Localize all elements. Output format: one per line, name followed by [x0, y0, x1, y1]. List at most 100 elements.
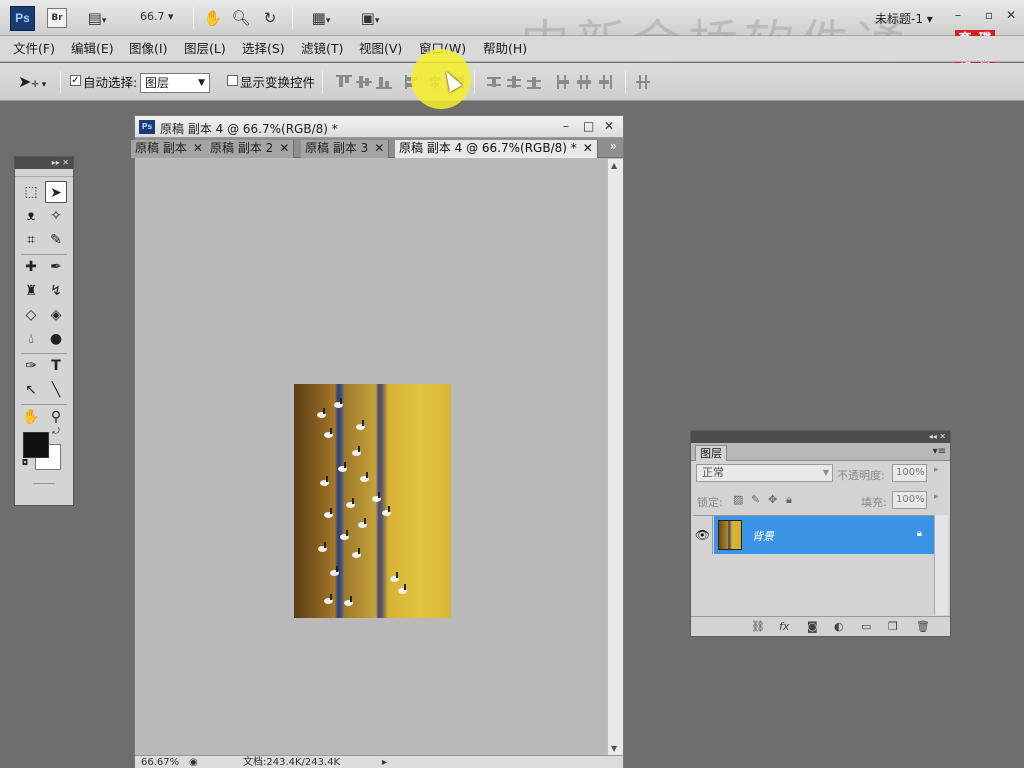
history-brush-tool-icon[interactable]: ↯ [45, 280, 67, 302]
show-transform-checkbox[interactable] [227, 75, 238, 86]
panel-grip[interactable] [15, 169, 73, 177]
distribute-left-icon[interactable] [555, 75, 571, 89]
opacity-field[interactable]: 100% [892, 464, 927, 482]
hand-tool-icon[interactable]: ✋ [203, 8, 223, 28]
layer-item-background[interactable]: 背景 🔒︎ [714, 516, 936, 554]
close-icon[interactable]: ✕ [604, 119, 614, 133]
zoom-tool-icon[interactable]: 🔍︎ [231, 8, 251, 28]
screen-mode-icon[interactable]: ▤▾ [82, 8, 112, 28]
panel-header[interactable]: ▸▸ ✕ [15, 157, 73, 169]
menu-layer[interactable]: 图层(L) [180, 36, 230, 62]
status-menu-arrow-icon[interactable]: ▸ [382, 756, 387, 768]
distribute-bottom-icon[interactable] [527, 75, 543, 89]
pen-tool-icon[interactable]: ✑ [20, 355, 42, 377]
panel-header[interactable]: ◂◂ ✕ [691, 431, 950, 443]
screen-mode-toggle-icon[interactable]: ▣▾ [352, 8, 388, 28]
close-icon[interactable]: ✕ [193, 141, 203, 155]
tab-document-copy-4[interactable]: 原稿 副本 4 @ 66.7%(RGB/8) * ✕ [395, 140, 598, 158]
close-icon[interactable]: ✕ [583, 141, 593, 155]
close-icon[interactable]: ✕ [374, 141, 384, 155]
brush-tool-icon[interactable]: ✒ [45, 256, 67, 278]
default-colors-icon[interactable]: ◘ [19, 457, 31, 469]
menu-image[interactable]: 图像(I) [125, 36, 171, 62]
menu-help[interactable]: 帮助(H) [479, 36, 531, 62]
tab-layers[interactable]: 图层 [695, 445, 727, 461]
lock-image-icon[interactable]: ✎ [751, 493, 760, 506]
marquee-tool-icon[interactable]: ⬚ [20, 181, 42, 203]
magic-wand-tool-icon[interactable]: ✧ [45, 205, 67, 227]
scroll-up-icon[interactable]: ▲ [611, 161, 617, 170]
menu-file[interactable]: 文件(F) [9, 36, 59, 62]
zoom-level-dropdown[interactable]: 66.7 ▾ [140, 10, 174, 23]
align-bottom-icon[interactable] [376, 75, 392, 89]
panel-menu-icon[interactable]: ▾≡ [933, 446, 946, 457]
layer-row[interactable]: 👁︎ 背景 🔒︎ [693, 516, 936, 554]
fill-arrow-icon[interactable]: ▸ [934, 492, 939, 502]
tab-document-copy-2[interactable]: 原稿 副本 2 ✕ [206, 140, 295, 158]
layers-scrollbar[interactable] [934, 515, 948, 615]
maximize-icon[interactable]: □ [583, 119, 594, 133]
tab-document-copy[interactable]: 原稿 副本 ✕ [131, 140, 208, 158]
new-group-icon[interactable]: ▭ [861, 620, 871, 633]
auto-select-dropdown[interactable]: 图层 ▼ [140, 73, 210, 93]
tab-document-copy-3[interactable]: 原稿 副本 3 ✕ [301, 140, 390, 158]
bridge-launch-button[interactable]: Br [47, 8, 67, 28]
swap-colors-icon[interactable]: ⤾ [49, 425, 63, 439]
line-tool-icon[interactable]: ╲ [45, 379, 67, 401]
new-layer-icon[interactable]: ❐ [888, 620, 898, 633]
move-tool-preset-icon[interactable]: ➤✛ ▾ [18, 72, 46, 91]
dodge-tool-icon[interactable]: ● [45, 328, 67, 350]
document-canvas[interactable] [136, 159, 606, 755]
add-mask-icon[interactable]: ◙ [807, 620, 818, 633]
document-image[interactable] [294, 384, 451, 618]
layer-style-icon[interactable]: fx [779, 620, 789, 633]
type-tool-icon[interactable]: T [45, 355, 67, 377]
close-icon[interactable]: ✕ [1006, 8, 1016, 22]
fill-field[interactable]: 100% [892, 491, 927, 509]
eraser-tool-icon[interactable]: ◇ [20, 304, 42, 326]
blur-tool-icon[interactable]: 💧︎ [20, 328, 42, 350]
document-titlebar[interactable]: Ps 原稿 副本 4 @ 66.7%(RGB/8) * – □ ✕ [135, 116, 623, 138]
distribute-top-icon[interactable] [487, 75, 503, 89]
lock-position-icon[interactable]: ✥ [768, 493, 777, 506]
lock-transparent-icon[interactable]: ▨ [733, 493, 743, 506]
status-zoom[interactable]: 66.67% [141, 756, 179, 768]
status-menu-icon[interactable]: ◉ [189, 756, 198, 768]
foreground-color-swatch[interactable] [23, 432, 49, 458]
adjustment-layer-icon[interactable]: ◐ [834, 620, 844, 633]
vertical-scrollbar[interactable]: ▲ ▼ [607, 159, 623, 755]
menu-filter[interactable]: 滤镜(T) [297, 36, 347, 62]
move-tool-icon[interactable]: ➤ [45, 181, 67, 203]
workspace-switcher[interactable]: 未标题-1 ▾ [875, 10, 933, 27]
align-vcenter-icon[interactable] [356, 75, 372, 89]
auto-align-layers-icon[interactable] [636, 75, 652, 89]
more-tabs-icon[interactable]: » [610, 139, 617, 153]
quick-mask-icon[interactable] [33, 483, 55, 484]
close-icon[interactable]: ✕ [279, 141, 289, 155]
arrange-documents-icon[interactable]: ▦▾ [303, 8, 339, 28]
opacity-arrow-icon[interactable]: ▸ [934, 465, 939, 475]
blend-mode-dropdown[interactable]: 正常 ▼ [696, 464, 833, 482]
link-layers-icon[interactable]: ⛓ [751, 620, 765, 633]
crop-tool-icon[interactable]: ⌗ [20, 229, 42, 251]
distribute-hcenter-icon[interactable] [576, 75, 592, 89]
rotate-view-icon[interactable]: ↻ [260, 8, 280, 28]
clone-stamp-tool-icon[interactable]: ♜ [20, 280, 42, 302]
minimize-icon[interactable]: – [563, 119, 569, 133]
align-top-icon[interactable] [336, 75, 352, 89]
scroll-down-icon[interactable]: ▼ [611, 744, 617, 753]
paint-bucket-tool-icon[interactable]: ◈ [45, 304, 67, 326]
lock-all-icon[interactable]: 🔒︎ [786, 493, 792, 507]
menu-edit[interactable]: 编辑(E) [67, 36, 118, 62]
menu-view[interactable]: 视图(V) [355, 36, 406, 62]
delete-layer-icon[interactable]: 🗑︎ [916, 620, 930, 633]
lasso-tool-icon[interactable]: ᴥ [20, 205, 42, 227]
distribute-right-icon[interactable] [597, 75, 613, 89]
healing-brush-tool-icon[interactable]: ✚ [20, 256, 42, 278]
eyedropper-tool-icon[interactable]: ✎ [45, 229, 67, 251]
path-selection-tool-icon[interactable]: ↖ [20, 379, 42, 401]
hand-tool-icon[interactable]: ✋ [20, 406, 42, 428]
auto-select-checkbox[interactable]: ✓ [70, 75, 81, 86]
distribute-vcenter-icon[interactable] [507, 75, 523, 89]
menu-select[interactable]: 选择(S) [238, 36, 289, 62]
